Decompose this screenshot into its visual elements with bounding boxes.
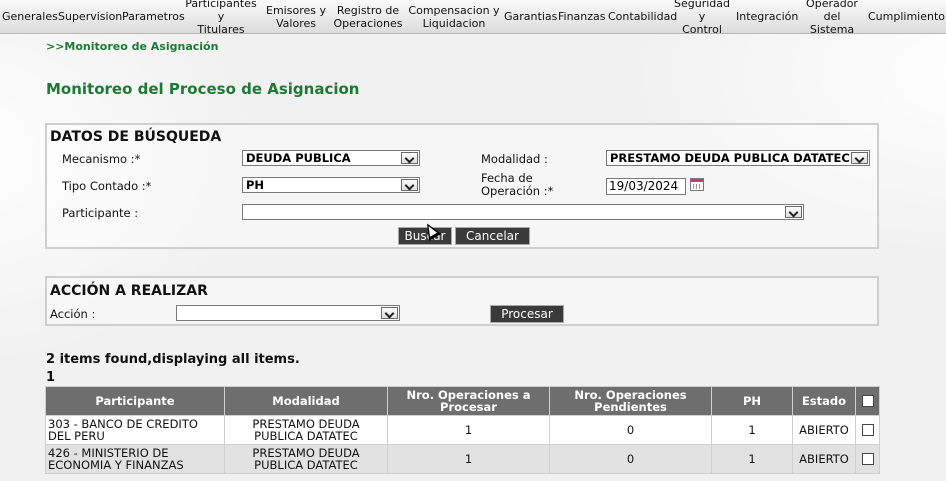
- modalidad-label: Modalidad :: [481, 152, 548, 166]
- menu-item-registro[interactable]: Registro de Operaciones: [330, 4, 406, 30]
- cell-nro-pendientes: 0: [549, 415, 712, 445]
- select-all-checkbox[interactable]: [861, 395, 874, 408]
- cell-participante: 426 - MINISTERIO DE ECONOMIA Y FINANZAS: [45, 444, 225, 474]
- accion-select[interactable]: [176, 305, 400, 321]
- header-estado: Estado: [792, 386, 856, 416]
- cell-estado: ABIERTO: [792, 415, 856, 445]
- action-panel: ACCIÓN A REALIZAR Acción : Procesar: [45, 276, 879, 326]
- cell-select: [855, 415, 880, 445]
- header-participante: Participante: [45, 386, 225, 416]
- action-panel-title: ACCIÓN A REALIZAR: [50, 283, 208, 299]
- menu-item-participantes[interactable]: Participantes y Titulares: [180, 0, 262, 36]
- menu-item-integracion[interactable]: Integración: [734, 10, 798, 23]
- menu-item-parametros[interactable]: Parametros: [120, 10, 185, 23]
- header-modalidad: Modalidad: [224, 386, 388, 416]
- modalidad-select[interactable]: PRESTAMO DEUDA PUBLICA DATATEC: [606, 150, 870, 166]
- participante-select[interactable]: [242, 204, 804, 220]
- cell-ph: 1: [711, 415, 793, 445]
- header-nro-procesar: Nro. Operaciones a Procesar: [387, 386, 550, 416]
- row-checkbox[interactable]: [861, 424, 874, 437]
- fecha-operacion-label: Fecha de Operación :*: [481, 172, 553, 198]
- breadcrumb[interactable]: >>Monitoreo de Asignación: [46, 40, 218, 53]
- procesar-button[interactable]: Procesar: [490, 305, 564, 323]
- cell-ph: 1: [711, 444, 793, 474]
- tipo-contado-select[interactable]: PH: [242, 177, 420, 193]
- cell-nro-procesar: 1: [387, 415, 550, 445]
- cancelar-button[interactable]: Cancelar: [455, 227, 530, 245]
- mecanismo-label: Mecanismo :*: [62, 152, 141, 166]
- cell-participante: 303 - BANCO DE CREDITO DEL PERU: [45, 415, 225, 445]
- results-summary: 2 items found,displaying all items.: [46, 352, 300, 367]
- chevron-down-icon: [381, 307, 398, 319]
- menu-item-garantias[interactable]: Garantias: [502, 10, 557, 23]
- main-menu-bar: Generales Supervision Parametros Partici…: [0, 0, 946, 36]
- menu-item-operador[interactable]: Operador del Sistema: [798, 0, 866, 36]
- chevron-down-icon: [401, 152, 418, 164]
- table-header-row: Participante Modalidad Nro. Operaciones …: [45, 386, 880, 416]
- participante-label: Participante :: [62, 206, 139, 220]
- cell-select: [855, 444, 880, 474]
- table-row: 303 - BANCO DE CREDITO DEL PERU PRESTAMO…: [45, 415, 880, 445]
- search-panel: DATOS DE BÚSQUEDA Mecanismo :* DEUDA PUB…: [45, 123, 879, 249]
- page-number[interactable]: 1: [46, 370, 55, 385]
- menu-item-contabilidad[interactable]: Contabilidad: [606, 10, 677, 23]
- chevron-down-icon: [851, 152, 868, 164]
- fecha-label-line-2: Operación :*: [481, 184, 554, 198]
- table-row: 426 - MINISTERIO DE ECONOMIA Y FINANZAS …: [45, 444, 880, 474]
- mecanismo-select[interactable]: DEUDA PUBLICA: [242, 150, 420, 166]
- tipo-contado-value: PH: [246, 178, 265, 192]
- row-checkbox[interactable]: [861, 453, 874, 466]
- menu-item-finanzas[interactable]: Finanzas: [556, 10, 606, 23]
- results-table: Participante Modalidad Nro. Operaciones …: [45, 386, 880, 474]
- main-content: >>Monitoreo de Asignación Monitoreo del …: [0, 34, 946, 481]
- header-ph: PH: [711, 386, 793, 416]
- menu-item-emisores[interactable]: Emisores y Valores: [262, 4, 330, 30]
- cell-nro-pendientes: 0: [549, 444, 712, 474]
- header-nro-pendientes: Nro. Operaciones Pendientes: [549, 386, 712, 416]
- chevron-down-icon: [401, 179, 418, 191]
- search-panel-title: DATOS DE BÚSQUEDA: [50, 129, 222, 145]
- menu-item-supervision[interactable]: Supervision: [56, 10, 122, 23]
- page-title: Monitoreo del Proceso de Asignacion: [46, 80, 360, 98]
- modalidad-value: PRESTAMO DEUDA PUBLICA DATATEC: [610, 151, 850, 165]
- menu-item-generales[interactable]: Generales: [0, 10, 58, 23]
- mecanismo-value: DEUDA PUBLICA: [246, 151, 351, 165]
- menu-item-compensacion[interactable]: Compensacion y Liquidacion: [406, 4, 502, 30]
- tipo-contado-label: Tipo Contado :*: [62, 179, 152, 193]
- menu-item-cumplimiento[interactable]: Cumplimiento: [866, 10, 945, 23]
- cell-estado: ABIERTO: [792, 444, 856, 474]
- cell-modalidad: PRESTAMO DEUDA PUBLICA DATATEC: [224, 415, 388, 445]
- calendar-icon[interactable]: [690, 178, 704, 191]
- cell-nro-procesar: 1: [387, 444, 550, 474]
- chevron-down-icon: [785, 206, 802, 218]
- menu-item-seguridad[interactable]: Seguridad y Control: [670, 0, 734, 36]
- fecha-operacion-input[interactable]: 19/03/2024: [606, 178, 686, 195]
- accion-label: Acción :: [50, 307, 96, 321]
- header-select-all: [855, 386, 880, 416]
- cell-modalidad: PRESTAMO DEUDA PUBLICA DATATEC: [224, 444, 388, 474]
